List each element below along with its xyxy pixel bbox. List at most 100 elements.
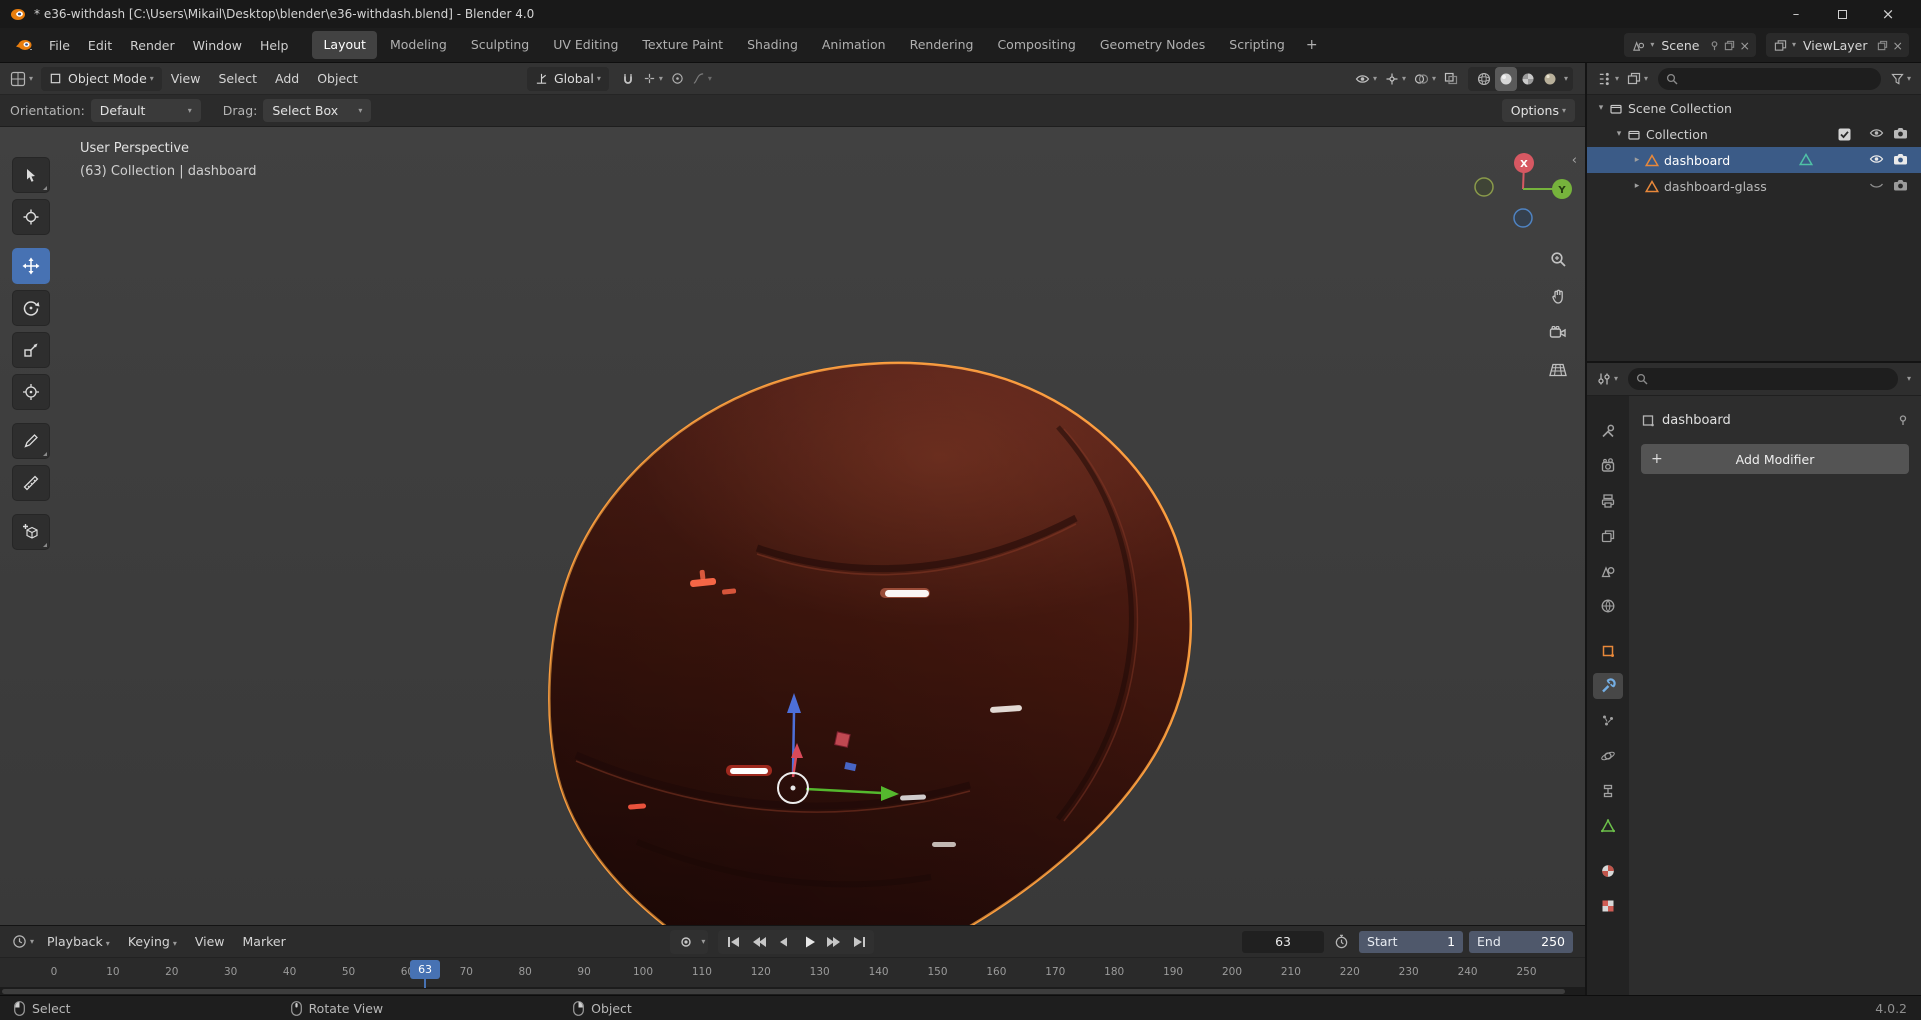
menu-file[interactable]: File	[40, 28, 79, 63]
axis-z-ball[interactable]	[1513, 208, 1533, 228]
tool-select-box[interactable]	[12, 157, 50, 193]
properties-search-input[interactable]	[1628, 368, 1898, 390]
workspace-tab-scripting[interactable]: Scripting	[1218, 31, 1296, 59]
timeline-scrollbar-thumb[interactable]	[2, 989, 1565, 994]
expand-icon[interactable]: ▾	[1595, 103, 1607, 113]
tool-scale[interactable]	[12, 332, 50, 368]
collection-checkbox[interactable]	[1838, 128, 1851, 141]
outliner-row-collection[interactable]: ▾ Collection	[1587, 121, 1921, 147]
show-gizmo-button[interactable]: ▾	[1381, 67, 1410, 91]
tool-move[interactable]	[12, 248, 50, 284]
viewport-canvas[interactable]: X Y User Perspective (63) Collection | d…	[0, 127, 1585, 925]
sidebar-collapse-chevron[interactable]: ‹	[1572, 153, 1577, 168]
mode-dropdown[interactable]: Object Mode ▾	[41, 66, 162, 91]
timeline-editor-type-button[interactable]: ▾	[8, 930, 38, 954]
tab-render[interactable]	[1593, 453, 1623, 479]
blender-menu-icon[interactable]	[14, 38, 34, 52]
pin-icon[interactable]	[1709, 40, 1720, 51]
close-button[interactable]: ×	[1865, 0, 1911, 28]
outliner-row-dashboard-glass[interactable]: ▸ dashboard-glass	[1587, 173, 1921, 199]
viewport-menu-object[interactable]: Object	[308, 71, 367, 86]
timeline-menu-keying[interactable]: Keying ▾	[119, 934, 186, 949]
tool-rotate[interactable]	[12, 290, 50, 326]
pan-hand-button[interactable]	[1544, 282, 1572, 310]
use-preview-range-button[interactable]	[1330, 930, 1353, 954]
workspace-tab-sculpting[interactable]: Sculpting	[460, 31, 540, 59]
viewport-menu-view[interactable]: View	[162, 71, 210, 86]
tab-world[interactable]	[1593, 593, 1623, 619]
workspace-tab-layout[interactable]: Layout	[312, 31, 377, 59]
hide-in-viewport-toggle[interactable]	[1869, 127, 1884, 139]
snap-toggle-button[interactable]	[617, 67, 639, 91]
expand-icon[interactable]: ▾	[1613, 129, 1625, 139]
shading-wireframe-button[interactable]	[1473, 67, 1495, 91]
camera-view-button[interactable]	[1544, 319, 1572, 347]
tab-texture[interactable]	[1593, 893, 1623, 919]
tab-view-layer[interactable]	[1593, 523, 1623, 549]
pin-icon[interactable]	[1897, 414, 1909, 426]
properties-editor-type-button[interactable]: ▾	[1593, 367, 1622, 391]
play-button[interactable]	[796, 931, 821, 953]
maximize-button[interactable]	[1819, 0, 1865, 28]
previous-keyframe-button[interactable]	[746, 931, 771, 953]
xray-toggle-button[interactable]	[1440, 67, 1462, 91]
tool-cursor[interactable]	[12, 199, 50, 235]
viewport-menu-select[interactable]: Select	[209, 71, 266, 86]
expand-icon[interactable]: ▸	[1631, 181, 1643, 191]
play-reverse-button[interactable]	[771, 931, 796, 953]
playhead-frame-chip[interactable]: 63	[410, 960, 441, 979]
properties-options-icon[interactable]: ▾	[1907, 375, 1911, 383]
copy-icon[interactable]	[1724, 40, 1735, 51]
workspace-tab-animation[interactable]: Animation	[811, 31, 897, 59]
expand-icon[interactable]: ▸	[1631, 155, 1643, 165]
tab-tool[interactable]	[1593, 418, 1623, 444]
timeline-ruler[interactable]: 0 10 20 30 40 50 60 70 80 90 100 110 120 130 140 150 160…	[0, 957, 1585, 988]
disable-in-renders-toggle[interactable]	[1893, 179, 1908, 191]
current-frame-field[interactable]: 63	[1242, 930, 1325, 953]
outliner-filter-button[interactable]: ▾	[1887, 67, 1915, 91]
workspace-tab-shading[interactable]: Shading	[736, 31, 809, 59]
tab-output[interactable]	[1593, 488, 1623, 514]
toggle-perspective-grid-button[interactable]	[1544, 356, 1572, 384]
workspace-tab-modeling[interactable]: Modeling	[379, 31, 458, 59]
orientation-dropdown[interactable]: Default ▾	[90, 99, 201, 122]
tab-particles[interactable]	[1593, 708, 1623, 734]
workspace-tab-rendering[interactable]: Rendering	[899, 31, 985, 59]
playhead[interactable]: 63	[410, 960, 441, 988]
unlink-scene-icon[interactable]: ×	[1740, 38, 1750, 53]
auto-keying-button[interactable]	[673, 931, 698, 953]
tab-constraints[interactable]	[1593, 778, 1623, 804]
add-workspace-button[interactable]: +	[1297, 37, 1327, 53]
scene-selector[interactable]: ▾ Scene ×	[1624, 33, 1756, 57]
workspace-tab-texture-paint[interactable]: Texture Paint	[631, 31, 734, 59]
transform-orientation-dropdown[interactable]: Global ▾	[526, 66, 609, 91]
shading-solid-button[interactable]	[1494, 66, 1517, 91]
snap-settings-button[interactable]: ▾	[639, 67, 667, 91]
remove-view-layer-icon[interactable]: ×	[1893, 38, 1903, 53]
tab-physics[interactable]	[1593, 743, 1623, 769]
drag-dropdown[interactable]: Select Box ▾	[263, 99, 372, 122]
hide-in-viewport-toggle[interactable]	[1869, 179, 1884, 191]
workspace-tab-geometry-nodes[interactable]: Geometry Nodes	[1089, 31, 1216, 59]
add-modifier-button[interactable]: + Add Modifier	[1641, 444, 1909, 474]
axis-x-negative-ball[interactable]	[1474, 177, 1494, 197]
selectability-visibility-button[interactable]: ▾	[1351, 67, 1381, 91]
tool-add-cube[interactable]	[12, 514, 50, 550]
disable-in-renders-toggle[interactable]	[1893, 127, 1908, 139]
viewport-menu-add[interactable]: Add	[266, 71, 308, 86]
navigation-gizmo[interactable]: X Y	[1474, 153, 1572, 228]
outliner-search-input[interactable]	[1658, 67, 1881, 90]
tool-annotate[interactable]	[12, 423, 50, 459]
tool-measure[interactable]	[12, 465, 50, 501]
jump-to-end-button[interactable]	[846, 931, 871, 953]
timeline-menu-view[interactable]: View	[186, 934, 234, 949]
jump-to-start-button[interactable]	[721, 931, 746, 953]
menu-help[interactable]: Help	[251, 28, 298, 63]
editor-type-button[interactable]: ▾	[6, 67, 37, 91]
tab-scene[interactable]	[1593, 558, 1623, 584]
shading-rendered-button[interactable]	[1539, 67, 1561, 91]
hide-in-viewport-toggle[interactable]	[1869, 153, 1884, 165]
outliner-row-dashboard[interactable]: ▸ dashboard	[1587, 147, 1921, 173]
menu-window[interactable]: Window	[184, 28, 251, 63]
menu-edit[interactable]: Edit	[79, 28, 121, 63]
